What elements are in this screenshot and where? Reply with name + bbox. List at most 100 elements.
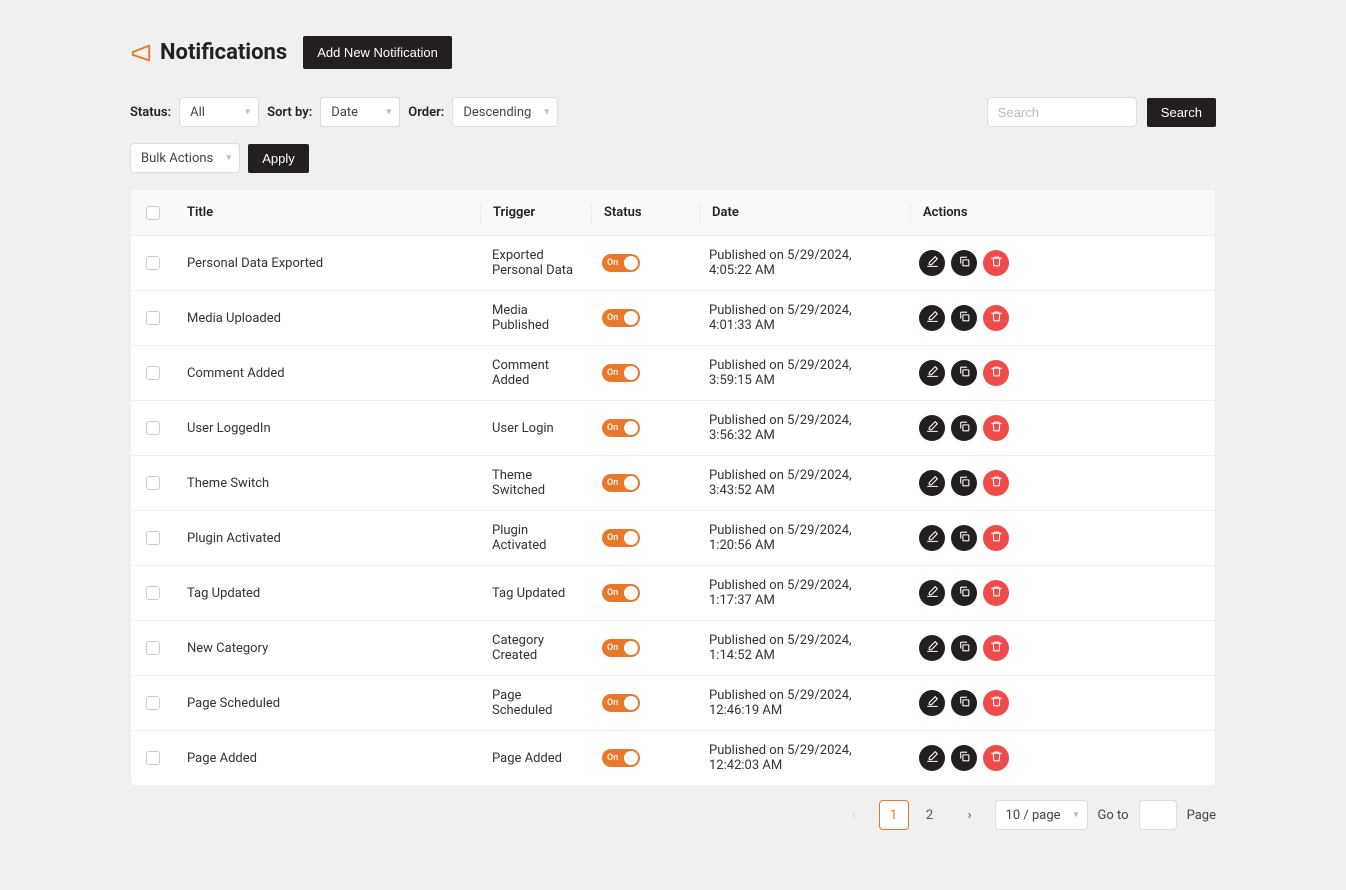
duplicate-button[interactable] xyxy=(951,250,977,276)
sort-select[interactable]: Date ▾ xyxy=(320,97,400,127)
copy-icon xyxy=(958,530,971,546)
title-wrap: Notifications xyxy=(130,40,287,65)
edit-icon xyxy=(926,475,939,491)
duplicate-button[interactable] xyxy=(951,305,977,331)
row-title: Theme Switch xyxy=(187,476,269,491)
edit-button[interactable] xyxy=(919,635,945,661)
row-date: Published on 5/29/2024, 4:05:22 AM xyxy=(709,248,895,278)
duplicate-button[interactable] xyxy=(951,635,977,661)
toggle-label: On xyxy=(607,478,618,488)
edit-button[interactable] xyxy=(919,580,945,606)
delete-button[interactable] xyxy=(983,580,1009,606)
edit-button[interactable] xyxy=(919,470,945,496)
delete-button[interactable] xyxy=(983,305,1009,331)
edit-button[interactable] xyxy=(919,525,945,551)
edit-button[interactable] xyxy=(919,745,945,771)
select-all-checkbox[interactable] xyxy=(146,206,160,220)
toggle-knob xyxy=(624,366,638,380)
apply-button[interactable]: Apply xyxy=(248,144,309,173)
copy-icon xyxy=(958,475,971,491)
delete-button[interactable] xyxy=(983,635,1009,661)
duplicate-button[interactable] xyxy=(951,690,977,716)
bulk-actions-value: Bulk Actions xyxy=(141,151,213,166)
row-checkbox[interactable] xyxy=(146,531,160,545)
trash-icon xyxy=(990,420,1003,436)
per-page-select[interactable]: 10 / page ▾ xyxy=(995,800,1088,830)
search-input[interactable] xyxy=(987,97,1137,127)
trash-icon xyxy=(990,310,1003,326)
delete-button[interactable] xyxy=(983,470,1009,496)
page-header: Notifications Add New Notification xyxy=(130,36,1216,69)
duplicate-button[interactable] xyxy=(951,745,977,771)
toggle-knob xyxy=(624,476,638,490)
pagination-next[interactable]: › xyxy=(955,800,985,830)
order-select[interactable]: Descending ▾ xyxy=(452,97,558,127)
duplicate-button[interactable] xyxy=(951,415,977,441)
th-actions: Actions xyxy=(911,205,1215,220)
status-toggle[interactable]: On xyxy=(602,364,640,382)
status-toggle[interactable]: On xyxy=(602,639,640,657)
edit-button[interactable] xyxy=(919,250,945,276)
pagination-page-1[interactable]: 1 xyxy=(879,800,909,830)
goto-label: Go to xyxy=(1098,808,1129,823)
row-title: Tag Updated xyxy=(187,586,260,601)
duplicate-button[interactable] xyxy=(951,360,977,386)
goto-page-input[interactable] xyxy=(1139,800,1177,830)
row-checkbox[interactable] xyxy=(146,256,160,270)
status-toggle[interactable]: On xyxy=(602,749,640,767)
row-checkbox[interactable] xyxy=(146,751,160,765)
status-toggle[interactable]: On xyxy=(602,419,640,437)
row-checkbox[interactable] xyxy=(146,586,160,600)
delete-button[interactable] xyxy=(983,525,1009,551)
delete-button[interactable] xyxy=(983,250,1009,276)
row-checkbox[interactable] xyxy=(146,311,160,325)
table-row: Media UploadedMedia PublishedOnPublished… xyxy=(131,291,1215,346)
row-trigger: Comment Added xyxy=(492,358,578,388)
pagination-prev[interactable]: ‹ xyxy=(839,800,869,830)
duplicate-button[interactable] xyxy=(951,525,977,551)
row-checkbox[interactable] xyxy=(146,476,160,490)
table-row: Page AddedPage AddedOnPublished on 5/29/… xyxy=(131,731,1215,785)
status-toggle[interactable]: On xyxy=(602,474,640,492)
duplicate-button[interactable] xyxy=(951,470,977,496)
duplicate-button[interactable] xyxy=(951,580,977,606)
delete-button[interactable] xyxy=(983,745,1009,771)
chevron-down-icon: ▾ xyxy=(386,107,391,118)
row-title: Media Uploaded xyxy=(187,311,281,326)
row-title: New Category xyxy=(187,641,268,656)
status-toggle[interactable]: On xyxy=(602,254,640,272)
copy-icon xyxy=(958,310,971,326)
toggle-label: On xyxy=(607,643,618,653)
row-trigger: Plugin Activated xyxy=(492,523,578,553)
bulk-actions-select[interactable]: Bulk Actions ▾ xyxy=(130,143,240,173)
row-checkbox[interactable] xyxy=(146,641,160,655)
toggle-label: On xyxy=(607,313,618,323)
status-select[interactable]: All ▾ xyxy=(179,97,259,127)
row-checkbox[interactable] xyxy=(146,696,160,710)
row-checkbox[interactable] xyxy=(146,366,160,380)
status-select-value: All xyxy=(190,105,205,120)
table-row: User LoggedInUser LoginOnPublished on 5/… xyxy=(131,401,1215,456)
toggle-label: On xyxy=(607,588,618,598)
edit-button[interactable] xyxy=(919,305,945,331)
edit-button[interactable] xyxy=(919,415,945,441)
delete-button[interactable] xyxy=(983,690,1009,716)
row-title: Plugin Activated xyxy=(187,531,281,546)
add-new-notification-button[interactable]: Add New Notification xyxy=(303,36,452,69)
toggle-knob xyxy=(624,586,638,600)
edit-button[interactable] xyxy=(919,690,945,716)
status-toggle[interactable]: On xyxy=(602,694,640,712)
row-checkbox[interactable] xyxy=(146,421,160,435)
edit-button[interactable] xyxy=(919,360,945,386)
delete-button[interactable] xyxy=(983,360,1009,386)
status-toggle[interactable]: On xyxy=(602,529,640,547)
status-toggle[interactable]: On xyxy=(602,584,640,602)
status-toggle[interactable]: On xyxy=(602,309,640,327)
row-date: Published on 5/29/2024, 3:43:52 AM xyxy=(709,468,895,498)
pagination-page-2[interactable]: 2 xyxy=(915,800,945,830)
row-title: Page Scheduled xyxy=(187,696,280,711)
delete-button[interactable] xyxy=(983,415,1009,441)
search-button[interactable]: Search xyxy=(1147,98,1216,127)
table-row: Tag UpdatedTag UpdatedOnPublished on 5/2… xyxy=(131,566,1215,621)
edit-icon xyxy=(926,695,939,711)
